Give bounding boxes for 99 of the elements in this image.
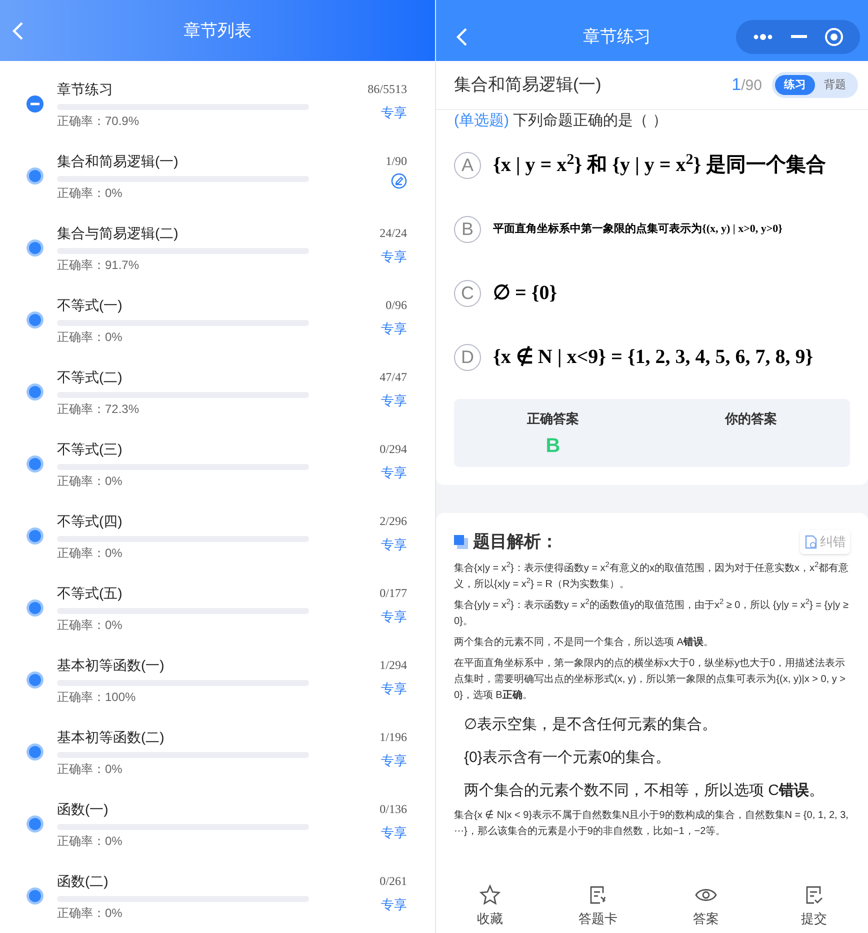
dot-icon xyxy=(26,383,44,401)
accuracy-text: 正确率：0% xyxy=(57,833,124,850)
dot-icon xyxy=(26,311,44,329)
section-title: 题目解析： xyxy=(473,531,559,553)
collapse-icon[interactable] xyxy=(26,95,44,113)
chapter-title[interactable]: 基本初等函数(一) xyxy=(57,655,309,675)
analysis-paragraph: ∅表示空集，是不含任何元素的集合。 xyxy=(463,714,718,734)
exclusive-link[interactable]: 专享 xyxy=(381,897,407,912)
option-letter[interactable]: C xyxy=(454,280,481,306)
tab-bar-item[interactable]: 答题卡 xyxy=(544,879,652,933)
star-icon xyxy=(479,884,501,906)
progress-count: 24/24 xyxy=(380,225,407,242)
mode-tab[interactable]: 背题 xyxy=(815,74,855,96)
exclusive-link[interactable]: 专享 xyxy=(381,105,407,120)
accuracy-text: 正确率：0% xyxy=(57,617,124,634)
analysis-paragraph: 两个集合的元素个数不同，不相等，所以选项 C错误。 xyxy=(463,780,825,800)
accuracy-text: 正确率：0% xyxy=(57,473,124,490)
minimize-icon[interactable] xyxy=(790,34,807,38)
accuracy-text: 正确率：72.3% xyxy=(57,401,140,418)
dot-icon xyxy=(26,239,44,257)
exclusive-link[interactable]: 专享 xyxy=(381,753,407,768)
analysis-paragraph: 集合{x ∉ N|x < 9}表示不属于自然数集N且小于9的数构成的集合，自然数集N = {0, 1, 2, 3, ⋯}，那么该集合的元素是小于9的非自然数，比如−1，−2等。 xyxy=(454,808,850,838)
question-counter: 1/90 xyxy=(732,74,762,96)
chapter-title[interactable]: 不等式(二) xyxy=(57,367,309,387)
accuracy-text: 正确率：0% xyxy=(57,905,124,922)
analysis-paragraph: 两个集合的元素不同，不是同一个集合，所以选项 A错误。 xyxy=(454,636,714,650)
close-icon[interactable] xyxy=(824,26,844,46)
option-text[interactable]: {x ∉ N | x<9} = {1, 2, 3, 4, 5, 6, 7, 8, 9} xyxy=(493,342,814,372)
dot-icon xyxy=(26,743,44,761)
option-text[interactable]: 平面直角坐标系中第一象限的点集可表示为{(x, y) | x>0, y>0} xyxy=(493,220,782,238)
dot-icon xyxy=(26,887,44,905)
progress-count: 0/261 xyxy=(380,873,407,890)
analysis-paragraph: {0}表示含有一个元素0的集合。 xyxy=(463,748,672,768)
dot-icon xyxy=(26,599,44,617)
progress-count: 0/294 xyxy=(380,441,407,458)
accuracy-text: 正确率：0% xyxy=(57,185,124,202)
progress-count: 1/196 xyxy=(380,729,407,746)
answer-label: 正确答案 xyxy=(527,410,579,428)
progress-count: 2/296 xyxy=(380,513,407,530)
mode-tab[interactable]: 练习 xyxy=(775,74,815,96)
chapter-title[interactable]: 集合和简易逻辑(一) xyxy=(57,151,309,171)
progress-count: 0/177 xyxy=(380,585,407,602)
dot-icon xyxy=(26,527,44,545)
chapter-title[interactable]: 函数(一) xyxy=(57,799,309,819)
progress-count: 0/136 xyxy=(380,801,407,818)
option-text[interactable]: ∅ = {0} xyxy=(493,278,558,308)
chapter-title[interactable]: 不等式(一) xyxy=(57,295,309,315)
document-icon xyxy=(804,534,818,549)
option-letter[interactable]: B xyxy=(454,216,481,242)
progress-count: 0/96 xyxy=(386,297,407,314)
answer-value: B xyxy=(546,434,560,458)
exclusive-link[interactable]: 专享 xyxy=(381,465,407,480)
tab-bar-item[interactable]: 答案 xyxy=(652,879,760,933)
accuracy-text: 正确率：100% xyxy=(57,689,137,706)
tab-bar-item[interactable]: 收藏 xyxy=(436,879,544,933)
chapter-title: 集合和简易逻辑(一) xyxy=(454,74,602,96)
analysis-paragraph: 集合{y|y = x$^{2}$}：表示函数y = x$^{2}$的函数值y的取值范围，由于x$^{2}$ ≥ 0，所以 {y|y = x$^{2}$} = {y|y ≥ 0}。 xyxy=(454,598,850,628)
exclusive-link[interactable]: 专享 xyxy=(381,825,407,840)
exclusive-link[interactable]: 专享 xyxy=(381,249,407,264)
question-text: (单选题) 下列命题正确的是（ ） xyxy=(454,111,668,131)
analysis-paragraph: 在平面直角坐标系中，第一象限内的点的横坐标x大于0，纵坐标y也大于0，用描述法表示点集时，需要明确写出点的坐标形式(x, y)，所以第一象限的点集可表示为{(x, y)|x > 0, y > 0}，选项 B正确。 xyxy=(454,656,847,702)
dot-icon xyxy=(26,455,44,473)
exclusive-link[interactable]: 专享 xyxy=(381,609,407,624)
chapter-title[interactable]: 基本初等函数(二) xyxy=(57,727,309,747)
section-icon xyxy=(454,534,468,549)
answer-label: 你的答案 xyxy=(725,410,777,428)
accuracy-text: 正确率：0% xyxy=(57,545,124,562)
chapter-title[interactable]: 函数(二) xyxy=(57,871,309,891)
exclusive-link[interactable]: 专享 xyxy=(381,681,407,696)
chapter-title[interactable]: 不等式(四) xyxy=(57,511,309,531)
option-letter[interactable]: D xyxy=(454,344,481,370)
accuracy-text: 正确率：70.9% xyxy=(57,113,140,130)
chapter-title[interactable]: 集合与简易逻辑(二) xyxy=(57,223,309,243)
edit-icon[interactable] xyxy=(391,173,407,189)
dot-icon xyxy=(26,167,44,185)
back-icon[interactable] xyxy=(12,20,24,40)
accuracy-text: 正确率：91.7% xyxy=(57,257,140,274)
accuracy-text: 正确率：0% xyxy=(57,761,124,778)
chapter-title[interactable]: 不等式(五) xyxy=(57,583,309,603)
page-title: 章节练习 xyxy=(582,26,652,48)
progress-count: 1/90 xyxy=(386,153,407,170)
option-text[interactable]: {x | y = x$^{2}$} 和 {y | y = x$^{2}$} 是同一个集合 xyxy=(493,150,826,180)
progress-count: 86/5513 xyxy=(368,81,407,98)
exclusive-link[interactable]: 专享 xyxy=(381,321,407,336)
dot-icon xyxy=(26,671,44,689)
exclusive-link[interactable]: 专享 xyxy=(381,537,407,552)
option-letter[interactable]: A xyxy=(454,152,481,178)
progress-count: 47/47 xyxy=(380,369,407,386)
more-icon[interactable] xyxy=(752,32,774,40)
analysis-paragraph: 集合{x|y = x$^{2}$}：表示使得函数y = x$^{2}$有意义的x的取值范围，因为对于任意实数x，x$^{2}$都有意义，所以{x|y = x$^{2}$} = R（R为实数集）。 xyxy=(454,560,850,592)
back-icon[interactable] xyxy=(456,26,468,46)
exclusive-link[interactable]: 专享 xyxy=(381,393,407,408)
chapter-title[interactable]: 不等式(三) xyxy=(57,439,309,459)
accuracy-text: 正确率：0% xyxy=(57,329,124,346)
page-title: 章节列表 xyxy=(182,20,252,42)
progress-count: 1/294 xyxy=(380,657,407,674)
dot-icon xyxy=(26,815,44,833)
tab-bar-item[interactable]: 提交 xyxy=(760,879,868,933)
chapter-title[interactable]: 章节练习 xyxy=(57,79,309,99)
